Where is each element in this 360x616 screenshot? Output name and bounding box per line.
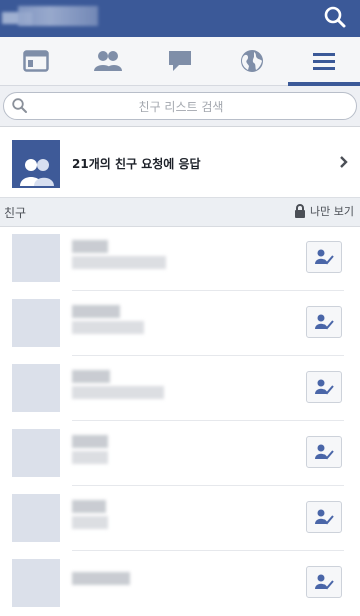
tab-friend-requests[interactable] (72, 37, 144, 85)
blurred-friend-name (72, 305, 120, 318)
friend-row[interactable] (0, 292, 360, 356)
privacy-setting[interactable]: 나만 보기 (294, 203, 354, 219)
blurred-friend-subtitle (72, 451, 108, 464)
globe-icon (241, 50, 263, 72)
search-bar (0, 86, 360, 127)
tab-news-feed[interactable] (0, 37, 72, 85)
friend-requests-label: 21개의 친구 요청에 응답 (72, 157, 201, 171)
row-divider (72, 485, 344, 486)
friend-check-icon (315, 314, 334, 330)
blurred-friend-subtitle (72, 321, 144, 334)
blurred-friend-subtitle (72, 256, 166, 269)
tab-notifications[interactable] (216, 37, 288, 85)
friend-check-icon (315, 379, 334, 395)
blurred-friend-name (72, 572, 130, 585)
friend-row[interactable] (0, 552, 360, 616)
friend-requests-icon (12, 140, 60, 188)
search-button[interactable] (320, 3, 350, 33)
avatar[interactable] (12, 364, 60, 412)
friends-status-button[interactable] (306, 566, 342, 598)
avatar[interactable] (12, 559, 60, 607)
friends-status-button[interactable] (306, 241, 342, 273)
friend-check-icon (315, 444, 334, 460)
friends-status-button[interactable] (306, 501, 342, 533)
blurred-profile-name (18, 6, 98, 26)
row-divider (72, 355, 344, 356)
row-divider (72, 550, 344, 551)
search-field[interactable] (3, 92, 357, 120)
blurred-friend-name (72, 500, 106, 513)
friend-row[interactable] (0, 227, 360, 291)
friend-check-icon (315, 249, 334, 265)
friends-status-button[interactable] (306, 306, 342, 338)
friend-requests-row[interactable]: 21개의 친구 요청에 응답 (0, 127, 360, 198)
search-icon (12, 98, 27, 113)
blurred-friend-subtitle (72, 386, 164, 399)
chevron-right-icon (340, 156, 348, 168)
friend-row[interactable] (0, 487, 360, 551)
friends-status-button[interactable] (306, 371, 342, 403)
avatar[interactable] (12, 299, 60, 347)
chat-bubble-icon (169, 51, 191, 71)
friend-check-icon (315, 574, 334, 590)
avatar[interactable] (12, 494, 60, 542)
friends-icon (94, 51, 122, 71)
search-input[interactable] (34, 96, 328, 118)
tab-menu[interactable] (288, 37, 360, 86)
row-divider (72, 420, 344, 421)
blurred-friend-subtitle (72, 516, 108, 529)
friends-status-button[interactable] (306, 436, 342, 468)
friends-section-header: 친구 나만 보기 (0, 198, 360, 227)
news-feed-icon (23, 50, 49, 72)
friend-row[interactable] (0, 357, 360, 421)
privacy-label: 나만 보기 (310, 205, 354, 218)
top-bar (0, 0, 360, 37)
blurred-friend-name (72, 370, 110, 383)
friend-row[interactable] (0, 422, 360, 486)
avatar[interactable] (12, 429, 60, 477)
section-title: 친구 (4, 206, 27, 220)
friend-check-icon (315, 509, 334, 525)
blurred-friend-name (72, 240, 108, 253)
blurred-friend-name (72, 435, 108, 448)
search-icon (324, 6, 346, 28)
row-divider (72, 290, 344, 291)
tab-messages[interactable] (144, 37, 216, 85)
hamburger-menu-icon (313, 53, 335, 70)
lock-icon (295, 204, 306, 218)
tab-bar (0, 37, 360, 86)
avatar[interactable] (12, 234, 60, 282)
